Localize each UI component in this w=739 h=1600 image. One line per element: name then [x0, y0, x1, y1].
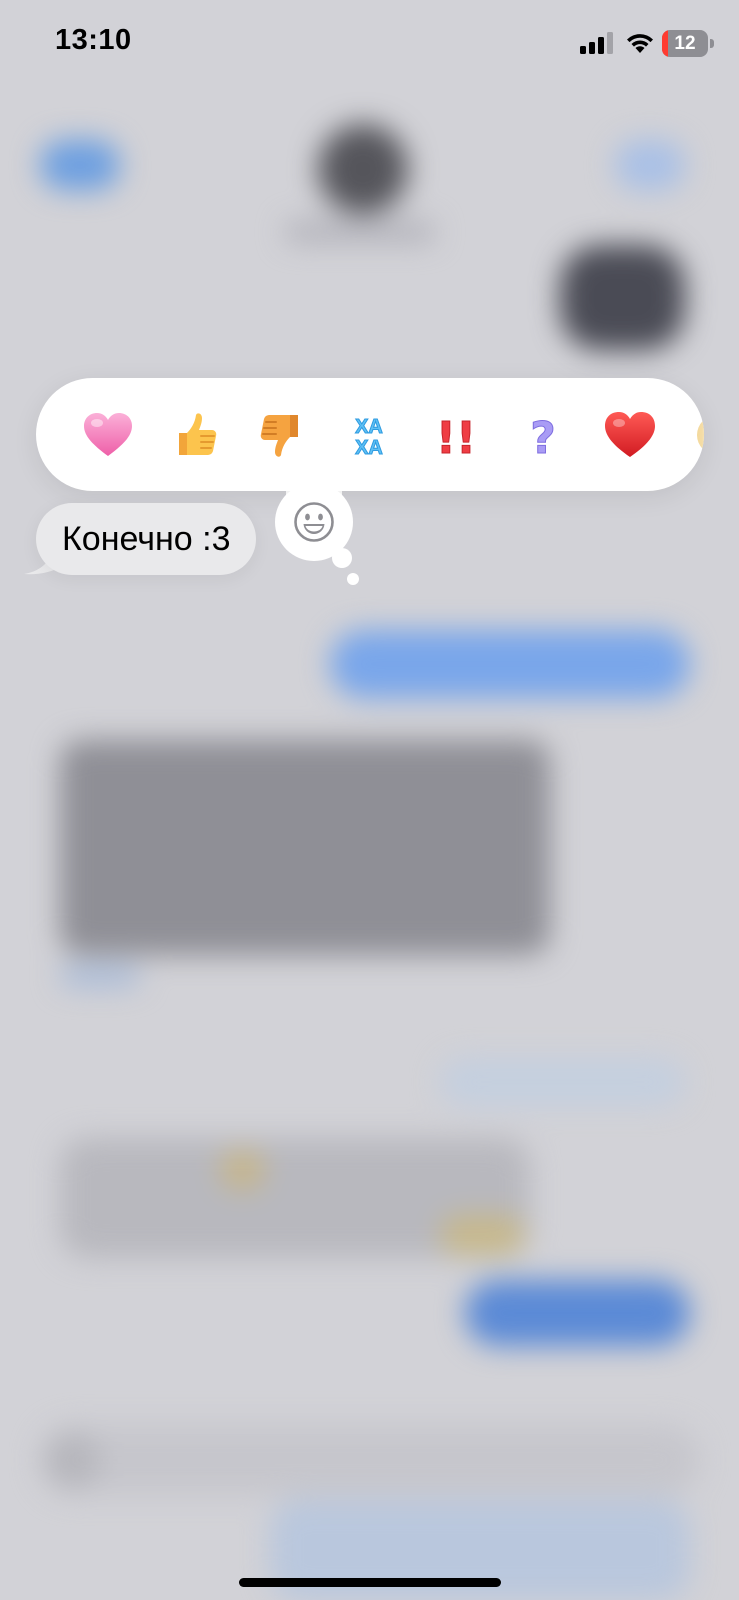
blurred-photo-caption: [60, 965, 140, 987]
reaction-thumbs-down[interactable]: [238, 378, 325, 491]
blurred-plus-button: [45, 1433, 100, 1488]
blurred-outgoing-message: [465, 1280, 690, 1346]
thumbs-up-icon: [178, 412, 216, 455]
blurred-message-input: [40, 1425, 700, 1495]
double-exclamation-icon: !!: [435, 412, 476, 459]
reaction-exclamation[interactable]: !!: [412, 378, 499, 491]
blurred-photo-message: [60, 740, 550, 955]
blurred-emoji: [440, 1215, 525, 1255]
smiley-icon: [294, 502, 334, 542]
question-mark-icon: ?: [529, 412, 556, 459]
reaction-pink-heart[interactable]: [64, 378, 151, 491]
focused-message[interactable]: Конечно :3: [22, 503, 272, 575]
home-indicator[interactable]: [239, 1578, 501, 1587]
blurred-contact-name: [285, 222, 435, 242]
reaction-thumbs-up[interactable]: [151, 378, 238, 491]
reaction-bar: ХА ХА !! ?: [36, 378, 704, 491]
blurred-outgoing-message: [440, 1058, 685, 1106]
battery-cap: [710, 39, 714, 48]
message-text: Конечно :3: [62, 519, 231, 558]
bubble-tail-dot: [347, 573, 359, 585]
haha-icon: ХА ХА: [354, 415, 383, 458]
reaction-list: ХА ХА !! ?: [64, 378, 704, 491]
blurred-sticker: [560, 245, 685, 350]
svg-text:!!: !!: [435, 413, 475, 459]
battery-body: 12: [662, 30, 708, 57]
thumbs-down-icon: [260, 414, 298, 457]
svg-text:?: ?: [530, 413, 556, 459]
blurred-contact-avatar: [318, 124, 408, 214]
red-heart-icon: [604, 411, 655, 457]
blurred-back-button: [40, 140, 120, 190]
pink-heart-icon: [83, 412, 132, 456]
svg-text:ХА: ХА: [355, 416, 383, 438]
svg-text:ХА: ХА: [355, 437, 383, 458]
bubble-tail-dot: [332, 548, 352, 568]
battery-level: 12: [674, 33, 696, 54]
message-bubble: Конечно :3: [36, 503, 257, 575]
blurred-video-button: [615, 140, 685, 190]
blurred-conversation-background: [0, 0, 739, 1600]
partial-emoji-icon: [696, 418, 704, 451]
wifi-icon: [627, 34, 653, 53]
battery-icon: 12: [662, 30, 716, 57]
blurred-emoji: [220, 1150, 265, 1190]
reaction-question[interactable]: ?: [499, 378, 586, 491]
blurred-outgoing-message: [330, 630, 690, 698]
signal-icon: [580, 32, 613, 54]
reaction-haha[interactable]: ХА ХА: [325, 378, 412, 491]
reaction-more-emoji[interactable]: [673, 378, 704, 491]
status-bar: 13:10 12: [0, 0, 739, 90]
status-time: 13:10: [55, 24, 132, 56]
reaction-red-heart[interactable]: [586, 378, 673, 491]
